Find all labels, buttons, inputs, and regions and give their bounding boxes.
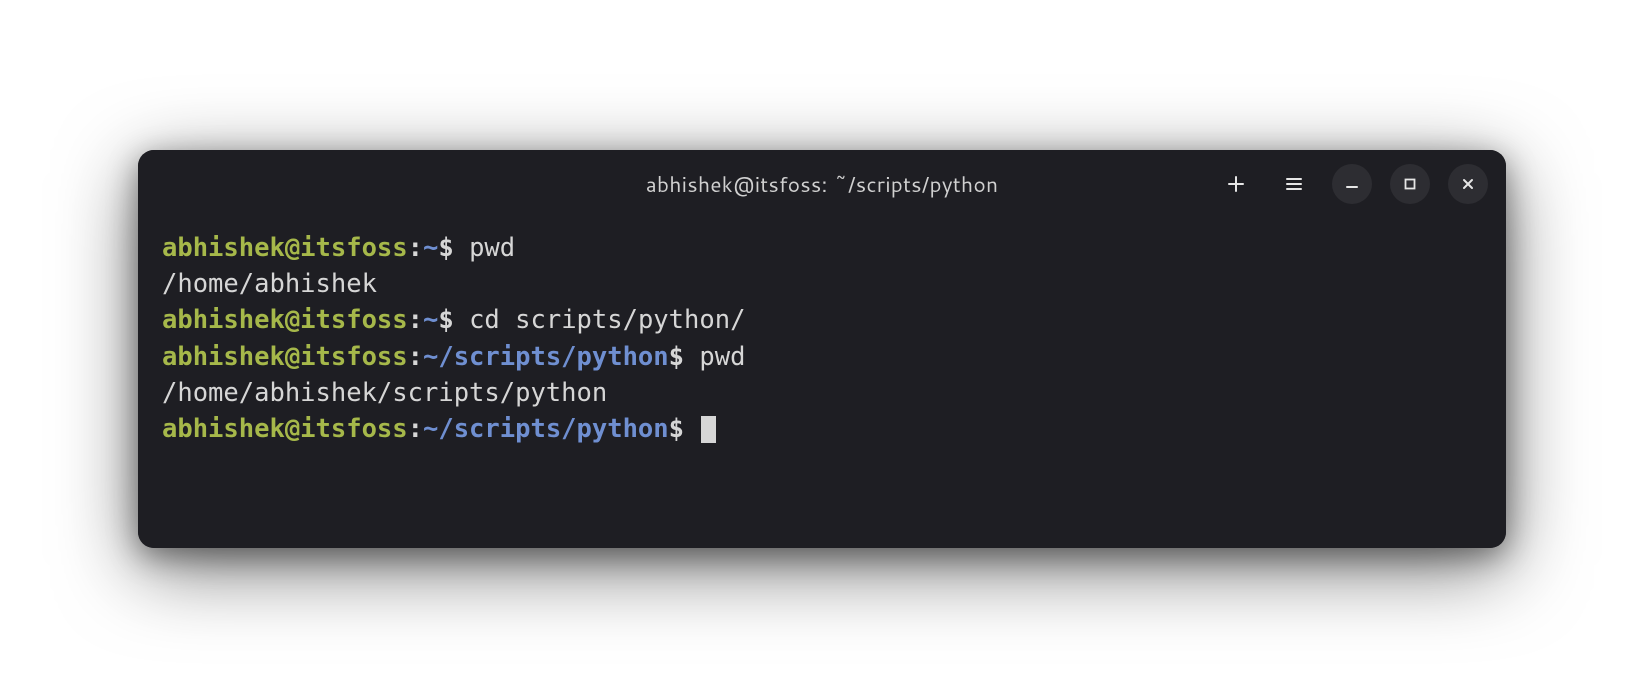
cursor xyxy=(701,416,716,443)
prompt-path: ~/scripts/python xyxy=(423,414,669,444)
prompt-userhost: abhishek@itsfoss xyxy=(162,414,408,444)
menu-button[interactable] xyxy=(1274,164,1314,204)
hamburger-icon xyxy=(1284,174,1304,194)
terminal-line: abhishek@itsfoss:~/scripts/python$ pwd xyxy=(162,339,1482,375)
close-icon xyxy=(1460,176,1476,192)
prompt-dollar: $ xyxy=(438,233,469,263)
titlebar-actions xyxy=(1216,164,1488,204)
prompt-dollar: $ xyxy=(669,342,700,372)
new-tab-button[interactable] xyxy=(1216,164,1256,204)
terminal-window: abhishek@itsfoss: ~/scripts/python xyxy=(138,150,1506,548)
prompt-separator: : xyxy=(408,233,423,263)
prompt-userhost: abhishek@itsfoss xyxy=(162,342,408,372)
prompt-dollar: $ xyxy=(669,414,700,444)
prompt-userhost: abhishek@itsfoss xyxy=(162,305,408,335)
command-text: cd scripts/python/ xyxy=(469,305,745,335)
maximize-icon xyxy=(1402,176,1418,192)
plus-icon xyxy=(1226,174,1246,194)
terminal-body[interactable]: abhishek@itsfoss:~$ pwd/home/abhishekabh… xyxy=(138,218,1506,548)
minimize-button[interactable] xyxy=(1332,164,1372,204)
prompt-path: ~ xyxy=(423,233,438,263)
prompt-userhost: abhishek@itsfoss xyxy=(162,233,408,263)
window-title: abhishek@itsfoss: ~/scripts/python xyxy=(646,169,998,199)
prompt-separator: : xyxy=(408,305,423,335)
terminal-line: abhishek@itsfoss:~$ pwd xyxy=(162,230,1482,266)
command-output: /home/abhishek/scripts/python xyxy=(162,378,607,408)
command-text: pwd xyxy=(469,233,515,263)
prompt-path: ~ xyxy=(423,305,438,335)
prompt-separator: : xyxy=(408,342,423,372)
terminal-line: /home/abhishek xyxy=(162,266,1482,302)
command-text: pwd xyxy=(699,342,745,372)
maximize-button[interactable] xyxy=(1390,164,1430,204)
terminal-line: abhishek@itsfoss:~$ cd scripts/python/ xyxy=(162,302,1482,338)
terminal-line: /home/abhishek/scripts/python xyxy=(162,375,1482,411)
prompt-separator: : xyxy=(408,414,423,444)
prompt-dollar: $ xyxy=(438,305,469,335)
titlebar: abhishek@itsfoss: ~/scripts/python xyxy=(138,150,1506,218)
close-button[interactable] xyxy=(1448,164,1488,204)
command-output: /home/abhishek xyxy=(162,269,377,299)
terminal-line: abhishek@itsfoss:~/scripts/python$ xyxy=(162,411,1482,447)
minimize-icon xyxy=(1344,176,1360,192)
prompt-path: ~/scripts/python xyxy=(423,342,669,372)
